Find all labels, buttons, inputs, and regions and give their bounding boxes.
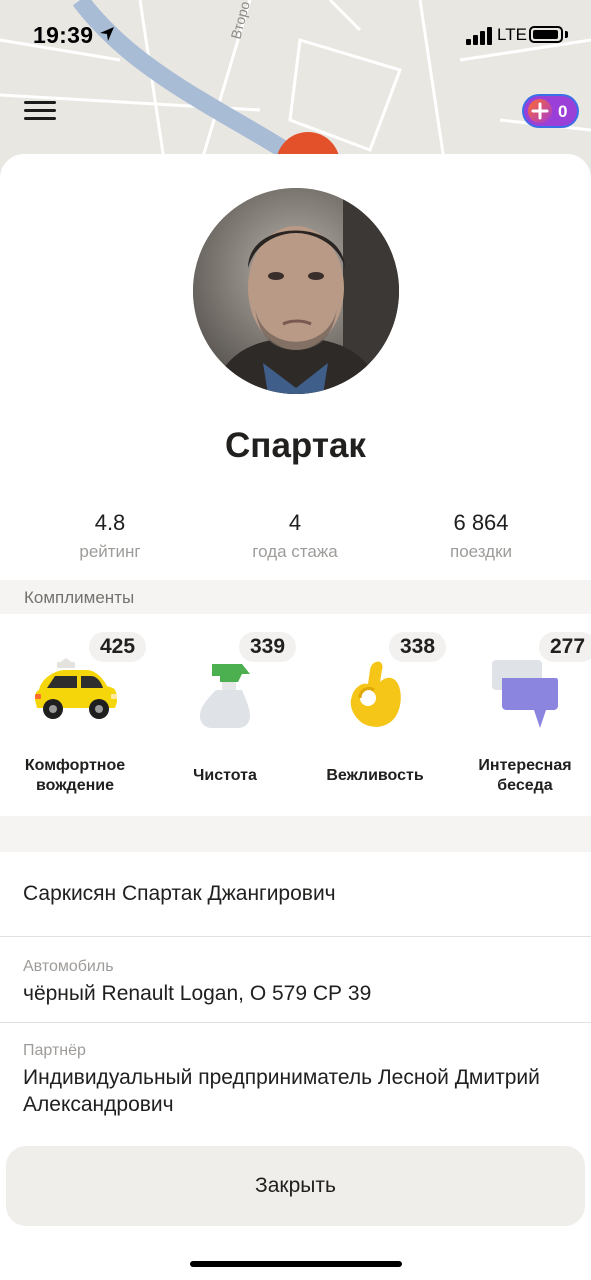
chat-bubbles-icon: [492, 660, 558, 728]
hamburger-icon-line: [24, 109, 56, 112]
compliment-label: Интересная беседа: [478, 757, 572, 794]
plus-points-count: 0: [558, 102, 568, 121]
close-button[interactable]: Закрыть: [6, 1146, 585, 1226]
driver-full-name: Саркисян Спартак Джангирович: [23, 882, 336, 905]
stat-value: 4.8: [94, 510, 126, 535]
compliment-interesting-conversation[interactable]: 277 Интересная беседа: [450, 632, 591, 802]
divider: [0, 936, 591, 937]
plus-points-badge[interactable]: 0: [522, 94, 579, 128]
status-bar: 19:39 LTE: [0, 0, 591, 70]
compliment-politeness[interactable]: 338 Вежливость: [300, 632, 450, 802]
plus-icon: [528, 99, 552, 123]
compliment-label: Комфортное вождение: [24, 757, 126, 794]
compliment-label: Вежливость: [326, 767, 424, 784]
network-type: LTE: [497, 25, 527, 44]
stat-experience: 4 года стажа: [210, 510, 380, 562]
stat-label: поездки: [449, 542, 512, 561]
driver-name: Спартак: [225, 426, 366, 465]
menu-button[interactable]: [22, 98, 58, 124]
stat-label: года стажа: [252, 542, 338, 561]
stat-rating: 4.8 рейтинг: [25, 510, 195, 562]
partner-label: Партнёр: [23, 1042, 86, 1059]
hamburger-icon-line: [24, 101, 56, 104]
status-time: 19:39: [33, 22, 94, 48]
stat-trips: 6 864 поездки: [396, 510, 566, 562]
stat-label: рейтинг: [79, 542, 141, 561]
location-arrow-icon: [100, 27, 114, 41]
taxi-car-icon: [35, 658, 117, 719]
vehicle-value: чёрный Renault Logan, О 579 СР 39: [23, 982, 372, 1005]
battery-icon: [529, 26, 563, 43]
spray-bottle-icon: [200, 664, 250, 728]
compliments-section-header: Комплименты: [0, 580, 591, 614]
section-separator: [0, 816, 591, 852]
compliment-count: 339: [239, 632, 297, 662]
partner-value: Индивидуальный предприниматель Лесной Дм…: [23, 1066, 540, 1116]
compliment-label: Чистота: [193, 767, 257, 784]
home-indicator[interactable]: [190, 1261, 402, 1267]
compliment-cleanliness[interactable]: 339 Чистота: [150, 632, 300, 802]
stat-value: 6 864: [453, 510, 509, 535]
stat-value: 4: [288, 510, 302, 535]
signal-bars-icon: [466, 27, 492, 45]
compliment-comfortable-driving[interactable]: 425 Комфортное вождение: [0, 632, 150, 802]
battery-tip: [565, 31, 568, 38]
compliments-title: Комплименты: [24, 588, 135, 607]
vehicle-label: Автомобиль: [23, 958, 114, 975]
driver-avatar: [193, 188, 399, 394]
ok-hand-icon: [350, 661, 401, 727]
divider: [0, 1022, 591, 1023]
hamburger-icon-line: [24, 117, 56, 120]
